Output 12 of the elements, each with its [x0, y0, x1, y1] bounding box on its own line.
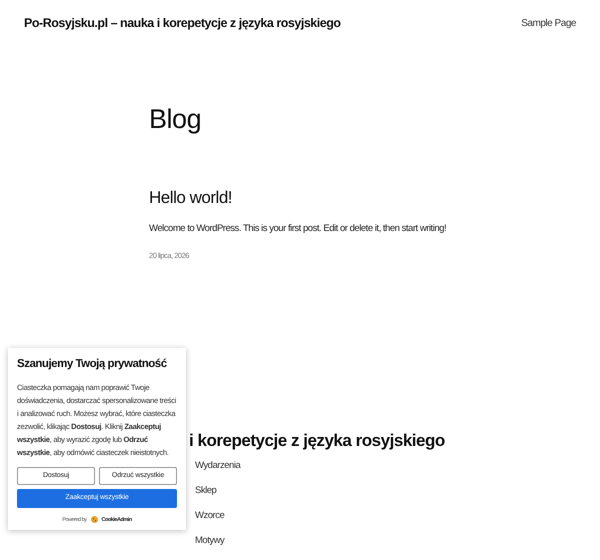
- cookie-icon: [90, 516, 98, 524]
- dialog-title: Szanujemy Twoją prywatność: [17, 358, 168, 372]
- nav-link[interactable]: Sample Page: [521, 16, 576, 31]
- footer-heading: i korepetycje z języka rosyjskiego: [189, 431, 446, 452]
- page-title: Blog: [149, 102, 202, 136]
- footer-link[interactable]: Wzorce: [195, 503, 600, 528]
- footer-link[interactable]: Motywy: [195, 528, 600, 554]
- post-title[interactable]: Hello world!: [149, 188, 600, 209]
- footer-link[interactable]: Sklep: [195, 478, 600, 504]
- post-excerpt: Welcome to WordPress. This is your first post. Edit or delete it, then start writing!: [149, 222, 448, 236]
- footer-link[interactable]: Wydarzenia: [195, 453, 600, 478]
- site-title[interactable]: Po-Rosyjsku.pl – nauka i korepetycje z języka rosyjskiego: [24, 14, 341, 33]
